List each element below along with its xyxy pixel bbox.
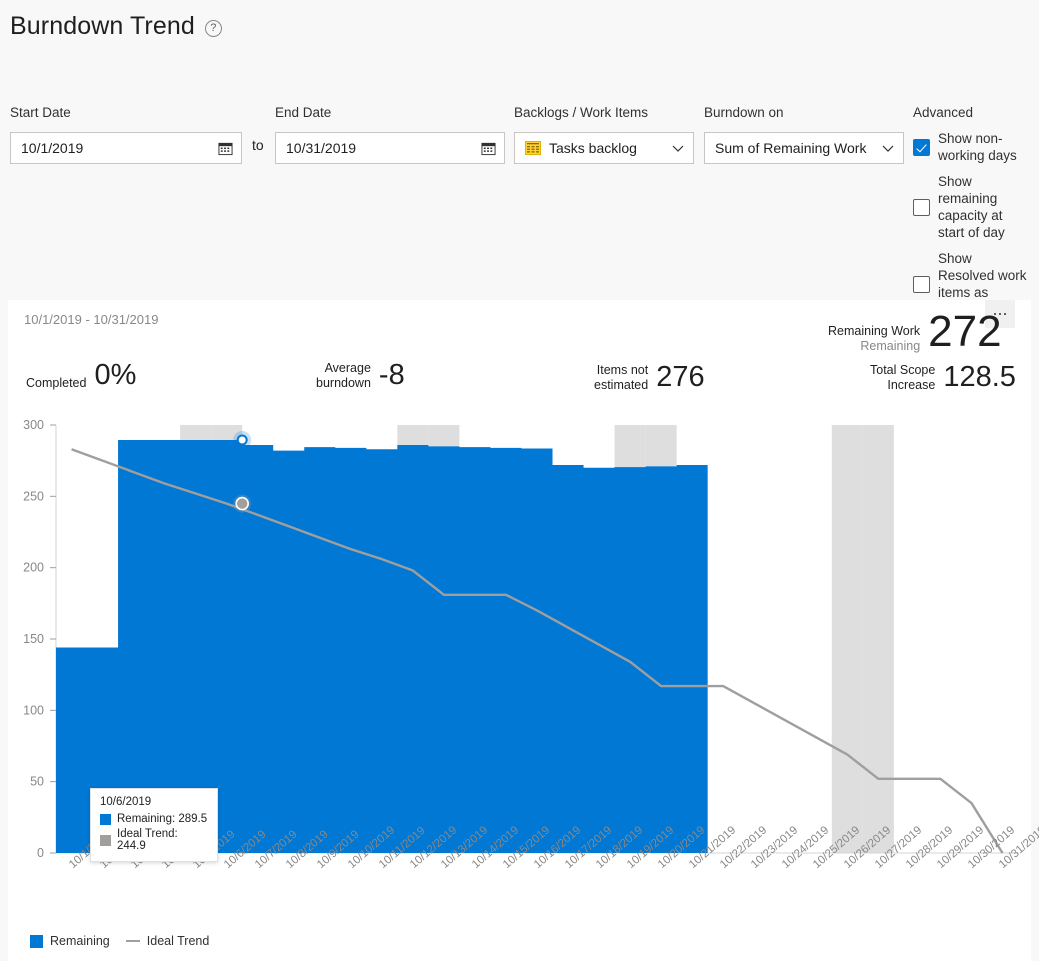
checkbox-icon[interactable]: [913, 276, 930, 293]
tooltip-row-remaining: Remaining: 289.5: [100, 813, 208, 825]
legend-label-ideal-trend: Ideal Trend: [147, 934, 210, 948]
end-date-value: 10/31/2019: [286, 140, 481, 156]
tooltip-remaining-label: Remaining: 289.5: [117, 813, 207, 825]
kpi-average-burndown-value: -8: [379, 360, 405, 391]
kpi-items-not-estimated-sublabel: estimated: [594, 378, 648, 393]
checkbox-icon[interactable]: [913, 199, 930, 216]
svg-text:100: 100: [23, 703, 44, 717]
start-date-value: 10/1/2019: [21, 140, 218, 156]
tooltip-swatch-ideal: [100, 835, 111, 846]
kpi-items-not-estimated: Items not estimated 276: [594, 362, 705, 393]
kpi-total-scope-increase-sublabel: Increase: [870, 378, 935, 393]
kpi-items-not-estimated-value: 276: [656, 362, 704, 393]
filter-bar: Start Date 10/1/2019 to End Date 10/31/2…: [0, 41, 1039, 256]
kpi-total-scope-increase-value: 128.5: [943, 362, 1016, 393]
to-label: to: [252, 137, 264, 153]
legend-swatch-remaining: [30, 935, 43, 948]
legend-item-ideal-trend[interactable]: Ideal Trend: [126, 934, 210, 948]
kpi-total-scope-increase: Total Scope Increase 128.5: [870, 362, 1016, 393]
backlog-label: Backlogs / Work Items: [514, 105, 694, 120]
chart-tooltip: 10/6/2019 Remaining: 289.5 Ideal Trend: …: [90, 788, 218, 862]
kpi-remaining-work: Remaining Work Remaining 272: [828, 310, 1002, 354]
nonworking-day-band: [832, 425, 863, 853]
page-header: Burndown Trend ?: [0, 0, 1039, 41]
end-date-group: End Date 10/31/2019: [275, 105, 505, 164]
checkbox-show-non-working-days[interactable]: Show non-working days: [913, 130, 1031, 164]
checkbox-show-remaining-capacity[interactable]: Show remaining capacity at start of day: [913, 173, 1031, 241]
advanced-group: Advanced Show non-working days Show rema…: [913, 105, 1031, 318]
svg-text:0: 0: [37, 846, 44, 860]
backlog-value: Tasks backlog: [549, 140, 671, 156]
tooltip-date: 10/6/2019: [100, 796, 208, 808]
kpi-completed-value: 0%: [94, 360, 136, 391]
kpi-items-not-estimated-label: Items not: [597, 363, 648, 377]
burndown-on-label: Burndown on: [704, 105, 904, 120]
start-date-label: Start Date: [10, 105, 242, 120]
start-date-group: Start Date 10/1/2019: [10, 105, 242, 164]
date-separator: to: [252, 137, 264, 155]
page-title: Burndown Trend: [10, 12, 195, 41]
legend-item-remaining[interactable]: Remaining: [30, 934, 110, 948]
chart-legend: Remaining Ideal Trend: [30, 934, 209, 948]
hover-marker-remaining: [238, 435, 247, 444]
kpi-remaining-work-label: Remaining Work: [828, 324, 920, 338]
kpi-average-burndown: Average burndown -8: [316, 360, 405, 391]
advanced-options: Show non-working days Show remaining cap…: [913, 130, 1031, 318]
burndown-on-group: Burndown on Sum of Remaining Work: [704, 105, 904, 164]
advanced-label: Advanced: [913, 105, 1031, 120]
end-date-input[interactable]: 10/31/2019: [275, 132, 505, 164]
backlog-dropdown[interactable]: Tasks backlog: [514, 132, 694, 164]
checkbox-icon[interactable]: [913, 139, 930, 156]
nonworking-day-band: [863, 425, 894, 853]
legend-label-remaining: Remaining: [50, 934, 110, 948]
svg-text:250: 250: [23, 489, 44, 503]
tooltip-ideal-label: Ideal Trend: 244.9: [117, 828, 208, 852]
calendar-icon[interactable]: [218, 141, 233, 156]
checkbox-label: Show non-working days: [938, 130, 1031, 164]
svg-text:200: 200: [23, 561, 44, 575]
burndown-chart-svg[interactable]: 0 50 100 150 200 250 300: [8, 410, 1031, 961]
hover-marker-ideal: [236, 498, 248, 510]
burndown-on-value: Sum of Remaining Work: [715, 140, 881, 156]
calendar-icon[interactable]: [481, 141, 496, 156]
legend-line-ideal-trend: [126, 940, 140, 942]
svg-text:300: 300: [23, 418, 44, 432]
end-date-label: End Date: [275, 105, 505, 120]
tooltip-row-ideal: Ideal Trend: 244.9: [100, 828, 208, 852]
tooltip-swatch-remaining: [100, 814, 111, 825]
kpi-average-burndown-label: Average: [325, 361, 371, 375]
kpi-remaining-work-sublabel: Remaining: [828, 339, 920, 354]
burndown-on-dropdown[interactable]: Sum of Remaining Work: [704, 132, 904, 164]
kpi-completed: Completed 0%: [26, 360, 136, 391]
kpi-average-burndown-sublabel: burndown: [316, 376, 371, 391]
kpi-remaining-work-value: 272: [928, 310, 1001, 354]
svg-text:50: 50: [30, 775, 44, 789]
question-circle-icon[interactable]: ?: [205, 20, 222, 37]
chevron-down-icon[interactable]: [671, 141, 685, 155]
chart-plot-area[interactable]: 050100150200250300 10/1/201910/2/201910/…: [8, 410, 1031, 961]
chart-date-range: 10/1/2019 - 10/31/2019: [24, 312, 158, 327]
kpi-total-scope-increase-label: Total Scope: [870, 363, 935, 377]
backlog-group: Backlogs / Work Items Tasks backlog: [514, 105, 694, 164]
checkbox-label: Show remaining capacity at start of day: [938, 173, 1031, 241]
burndown-chart-card: 10/1/2019 - 10/31/2019 Completed 0% Aver…: [8, 300, 1031, 961]
svg-text:150: 150: [23, 632, 44, 646]
chevron-down-icon[interactable]: [881, 141, 895, 155]
kpi-completed-label: Completed: [26, 376, 86, 390]
backlog-grid-icon: [525, 141, 541, 155]
start-date-input[interactable]: 10/1/2019: [10, 132, 242, 164]
